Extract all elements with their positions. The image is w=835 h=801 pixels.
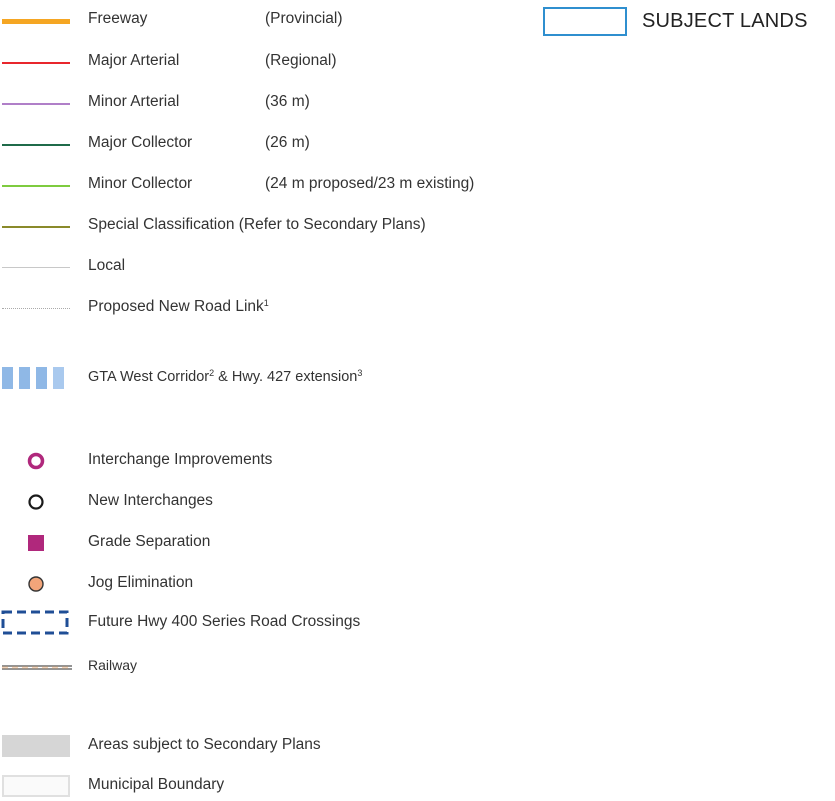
legend-gta-west-corridor: GTA West Corridor2 & Hwy. 427 extension3: [0, 366, 560, 390]
legend-jog-elimination: Jog Elimination: [0, 572, 560, 596]
legend-label: Future Hwy 400 Series Road Crossings: [88, 613, 361, 630]
corridor-hatch-svg: [2, 367, 64, 389]
legend-railway: Railway: [0, 655, 560, 679]
special-classification-line-icon: [0, 214, 72, 238]
circle-orange-icon: [0, 572, 72, 596]
legend-label: New Interchanges: [88, 492, 213, 509]
square-magenta-icon: [0, 531, 72, 555]
legend-desc: (26 m): [265, 134, 310, 151]
legend-label: Freeway: [88, 10, 148, 27]
corridor-hatch-icon: [0, 366, 72, 390]
proposed-road-dotted-line-icon: [0, 296, 72, 320]
legend-road-special-classification: Special Classification (Refer to Seconda…: [0, 214, 560, 238]
legend-label: Jog Elimination: [88, 574, 194, 591]
legend-new-interchanges: New Interchanges: [0, 490, 560, 514]
freeway-line-icon: [0, 8, 72, 32]
minor-arterial-line-icon: [0, 91, 72, 115]
legend-label: Grade Separation: [88, 533, 211, 550]
local-line-icon: [0, 255, 72, 279]
legend-desc: (Regional): [265, 52, 337, 69]
legend-label: Municipal Boundary: [88, 776, 225, 793]
ring-black-icon: [0, 490, 72, 514]
legend-label: Major Arterial: [88, 52, 180, 69]
major-collector-line-icon: [0, 132, 72, 156]
dashed-rectangle-icon: [0, 610, 72, 635]
legend-municipal-boundary: Municipal Boundary: [0, 774, 560, 798]
legend-label: GTA West Corridor2 & Hwy. 427 extension3: [88, 368, 363, 385]
legend-label: Minor Collector: [88, 175, 193, 192]
footnote-marker: 1: [263, 298, 269, 308]
legend-desc: (Provincial): [265, 10, 343, 27]
legend-label: Local: [88, 257, 126, 274]
railway-line-icon: [0, 655, 72, 679]
legend-secondary-plan-areas: Areas subject to Secondary Plans: [0, 734, 560, 758]
minor-collector-line-icon: [0, 173, 72, 197]
legend-road-minor-arterial: Minor Arterial (36 m): [0, 91, 560, 115]
boundary-swatch-icon: [0, 774, 72, 798]
legend-label: Railway: [88, 657, 138, 673]
legend-desc: (36 m): [265, 93, 310, 110]
legend-label: Proposed New Road Link1: [88, 298, 269, 315]
legend-road-major-collector: Major Collector (26 m): [0, 132, 560, 156]
legend-label: Special Classification (Refer to Seconda…: [88, 216, 426, 233]
legend-interchange-improvements: Interchange Improvements: [0, 449, 560, 473]
legend-label: Major Collector: [88, 134, 193, 151]
subject-lands-label: SUBJECT LANDS: [642, 10, 808, 32]
gray-area-swatch-icon: [0, 734, 72, 758]
legend-label: Interchange Improvements: [88, 451, 273, 468]
legend-grade-separation: Grade Separation: [0, 531, 560, 555]
ring-magenta-icon: [0, 449, 72, 473]
legend-desc: (24 m proposed/23 m existing): [265, 175, 475, 192]
major-arterial-line-icon: [0, 50, 72, 74]
legend-label: Areas subject to Secondary Plans: [88, 736, 321, 753]
legend-road-freeway: Freeway (Provincial): [0, 8, 560, 32]
footnote-marker: 3: [357, 368, 363, 378]
legend-road-local: Local: [0, 255, 560, 279]
legend-label: Minor Arterial: [88, 93, 180, 110]
legend-road-minor-collector: Minor Collector (24 m proposed/23 m exis…: [0, 173, 560, 197]
legend-future-hwy-crossings: Future Hwy 400 Series Road Crossings: [0, 610, 560, 635]
legend-road-proposed-link: Proposed New Road Link1: [0, 296, 560, 320]
legend-road-major-arterial: Major Arterial (Regional): [0, 50, 560, 74]
